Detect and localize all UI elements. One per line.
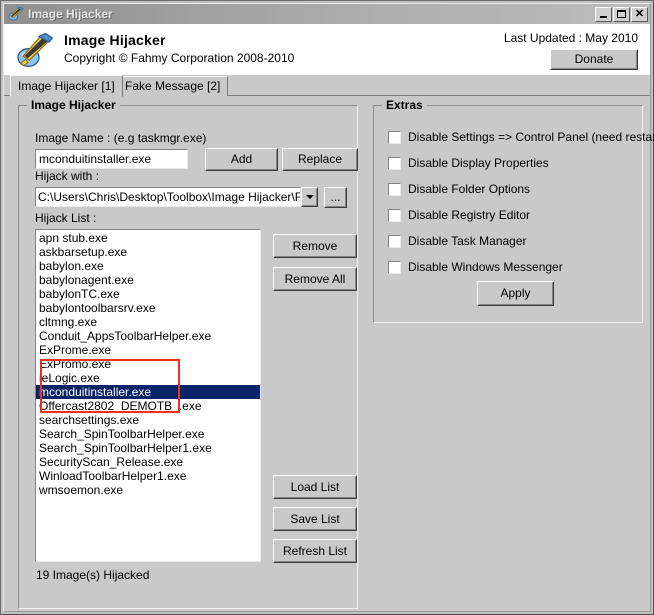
refresh-list-button-label: Refresh List [282, 544, 348, 558]
extras-group-title: Extras [382, 98, 427, 112]
image-name-label: Image Name : (e.g taskmgr.exe) [35, 131, 207, 145]
extras-option-label: Disable Display Properties [408, 156, 549, 170]
maximize-button[interactable] [613, 6, 630, 22]
list-item[interactable]: babylon.exe [36, 259, 260, 273]
hijack-list[interactable]: apn stub.exe askbarsetup.exe babylon.exe ba… [35, 229, 261, 562]
list-item[interactable]: searchsettings.exe [36, 413, 260, 427]
list-item[interactable]: babylonagent.exe [36, 273, 260, 287]
load-list-button[interactable]: Load List [273, 475, 357, 499]
list-item[interactable]: askbarsetup.exe [36, 245, 260, 259]
app-wand-icon [8, 6, 24, 22]
extras-option-label: Disable Registry Editor [408, 208, 531, 222]
donate-button-label: Donate [574, 52, 614, 66]
hijack-list-label: Hijack List : [35, 211, 97, 225]
browse-button[interactable]: ... [324, 187, 347, 208]
image-name-input[interactable]: mconduitinstaller.exe [35, 149, 188, 169]
browse-button-label: ... [330, 190, 341, 204]
remove-button[interactable]: Remove [273, 234, 357, 258]
minimize-button[interactable] [595, 6, 612, 22]
list-item[interactable]: SecurityScan_Release.exe [36, 455, 260, 469]
list-item[interactable]: ExPromo.exe [36, 357, 260, 371]
chevron-down-icon[interactable] [301, 187, 318, 207]
extras-group: Extras Disable Settings => Control Panel… [373, 98, 654, 323]
image-hijacker-group: Image Hijacker Image Name : (e.g taskmgr… [18, 98, 358, 609]
window-client-area: Image Hijacker ✕ Image Hijacker Copyrigh… [3, 3, 654, 612]
add-button-label: Add [230, 152, 253, 166]
window-title: Image Hijacker [28, 7, 113, 21]
list-item[interactable]: ExProme.exe [36, 343, 260, 357]
replace-button[interactable]: Replace [282, 148, 358, 171]
save-list-button-label: Save List [290, 512, 340, 526]
replace-button-label: Replace [297, 152, 343, 166]
list-item[interactable]: babylonTC.exe [36, 287, 260, 301]
last-updated-text: Last Updated : May 2010 [503, 31, 638, 45]
remove-button-label: Remove [292, 239, 338, 253]
checkbox-icon[interactable] [388, 209, 401, 222]
list-item[interactable]: Offercast2802_DEMOTB_.exe [36, 399, 260, 413]
apply-button[interactable]: Apply [477, 281, 554, 306]
application-window: Image Hijacker ✕ Image Hijacker Copyrigh… [0, 0, 654, 615]
image-hijacker-group-title: Image Hijacker [27, 98, 120, 112]
remove-all-button-label: Remove All [284, 272, 346, 286]
title-bar[interactable]: Image Hijacker ✕ [4, 4, 650, 24]
checkbox-icon[interactable] [388, 235, 401, 248]
add-button[interactable]: Add [205, 148, 278, 171]
donate-button[interactable]: Donate [550, 49, 638, 70]
list-item[interactable]: apn stub.exe [36, 231, 260, 245]
extras-option-label: Disable Folder Options [408, 182, 531, 196]
checkbox-icon[interactable] [388, 183, 401, 196]
close-button[interactable]: ✕ [631, 6, 648, 22]
extras-option-label: Disable Settings => Control Panel (need … [408, 130, 654, 144]
list-item[interactable]: Search_SpinToolbarHelper1.exe [36, 441, 260, 455]
tab-image-hijacker-label: Image Hijacker [1] [18, 79, 115, 93]
load-list-button-label: Load List [290, 480, 340, 494]
app-header: Image Hijacker Copyright © Fahmy Corpora… [4, 24, 650, 75]
checkbox-icon[interactable] [388, 131, 401, 144]
apply-button-label: Apply [500, 286, 531, 300]
list-item[interactable]: wmsoemon.exe [36, 483, 260, 497]
copyright-text: Copyright © Fahmy Corporation 2008-2010 [64, 51, 295, 65]
checkbox-icon[interactable] [388, 157, 401, 170]
list-item[interactable]: mconduitinstaller.exe [36, 385, 260, 399]
list-item[interactable]: WinloadToolbarHelper1.exe [36, 469, 260, 483]
tab-fake-message[interactable]: Fake Message [2] [117, 76, 229, 96]
extras-option-label: Disable Task Manager [408, 234, 527, 248]
hijack-with-combobox[interactable]: C:\Users\Chris\Desktop\Toolbox\Image Hij… [35, 187, 318, 207]
extras-option-label: Disable Windows Messenger [408, 260, 563, 274]
list-item[interactable]: Conduit_AppsToolbarHelper.exe [36, 329, 260, 343]
app-name: Image Hijacker [64, 32, 166, 48]
tab-strip: Image Hijacker [1] Fake Message [2] [4, 75, 650, 97]
tab-fake-message-label: Fake Message [2] [125, 79, 221, 93]
remove-all-button[interactable]: Remove All [273, 267, 357, 291]
list-item[interactable]: ieLogic.exe [36, 371, 260, 385]
hijack-with-value[interactable]: C:\Users\Chris\Desktop\Toolbox\Image Hij… [35, 187, 301, 207]
list-item[interactable]: cltmng.exe [36, 315, 260, 329]
list-item[interactable]: Search_SpinToolbarHelper.exe [36, 427, 260, 441]
hijack-with-label: Hijack with : [35, 169, 100, 183]
tab-image-hijacker[interactable]: Image Hijacker [1] [10, 75, 123, 97]
save-list-button[interactable]: Save List [273, 507, 357, 531]
app-logo-icon [16, 32, 54, 70]
refresh-list-button[interactable]: Refresh List [273, 539, 357, 563]
tab-page-image-hijacker: Image Hijacker Image Name : (e.g taskmgr… [4, 96, 654, 611]
status-text: 19 Image(s) Hijacked [36, 568, 150, 582]
list-item[interactable]: babylontoolbarsrv.exe [36, 301, 260, 315]
checkbox-icon[interactable] [388, 261, 401, 274]
